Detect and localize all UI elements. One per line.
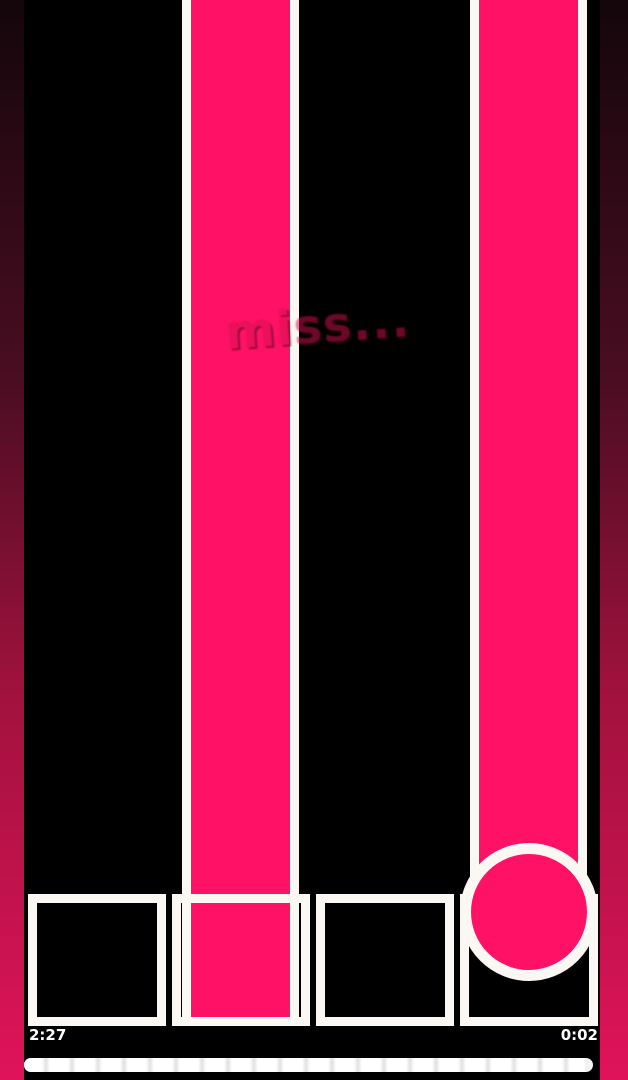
right-side-gradient	[600, 0, 628, 1080]
time-remaining: 0:02	[560, 1026, 598, 1044]
song-progress-fill	[24, 1058, 586, 1072]
hold-note-lane-2	[182, 0, 299, 1018]
left-side-gradient	[0, 0, 24, 1080]
receptor-lane-3[interactable]	[316, 894, 454, 1026]
tap-note-lane-4	[460, 843, 598, 981]
time-elapsed: 2:27	[29, 1026, 67, 1044]
receptor-lane-2-hold-fill	[191, 903, 290, 1017]
game-playfield: miss... 2:27 0:02	[0, 0, 628, 1080]
receptor-lane-1[interactable]	[28, 894, 166, 1026]
song-progress-bar	[24, 1058, 593, 1072]
hold-note-lane-4	[470, 0, 587, 900]
judgement-text: miss...	[223, 292, 412, 361]
